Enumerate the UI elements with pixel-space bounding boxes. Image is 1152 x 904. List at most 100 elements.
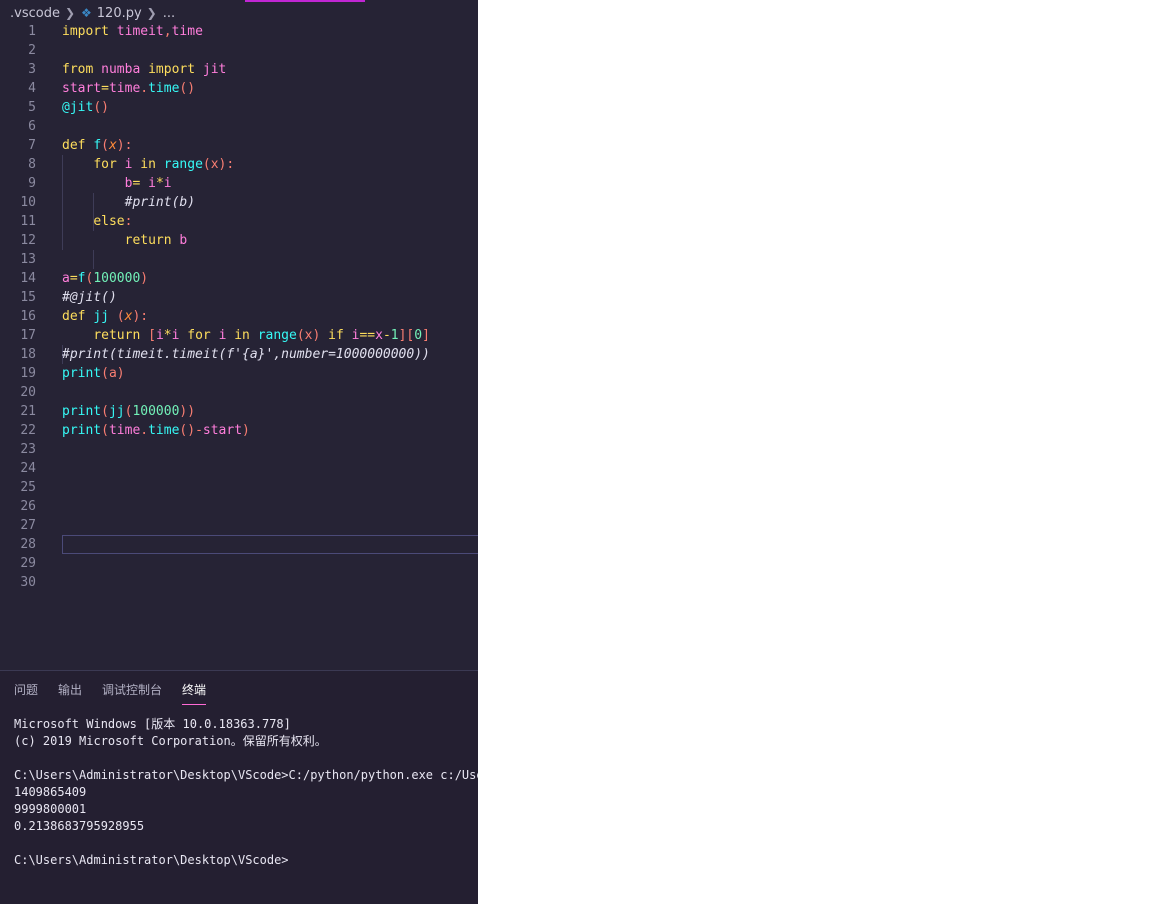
code-token: @jit [62,100,94,115]
code-token: (x) [296,328,329,343]
code-line[interactable]: 3 from numba import jit [0,60,478,79]
line-number: 29 [20,556,36,571]
code-line[interactable]: 8 for i in range(x): [0,155,478,174]
code-token: : [124,214,133,229]
title-accent-bar [245,0,365,2]
panel-tab[interactable]: 输出 [58,681,82,705]
code-line[interactable]: 20 [0,383,478,402]
code-text: def f(x): [62,136,132,155]
code-line[interactable]: 12 return b [0,231,478,250]
code-token: 100000 [132,404,180,419]
code-line[interactable]: 13 [0,250,478,269]
code-line[interactable]: 19 print(a) [0,364,478,383]
code-token: ( [101,404,109,419]
code-line[interactable]: 24 [0,459,478,478]
code-token: . [140,81,149,96]
breadcrumb-folder[interactable]: .vscode [10,6,60,21]
code-editor[interactable]: 1 import timeit,time 2 3 from numba import j… [0,22,478,622]
line-number: 1 [28,24,36,39]
breadcrumb-file[interactable]: 120.py [97,6,142,21]
code-line[interactable]: 28 [0,535,478,554]
code-token: def [62,309,94,324]
panel-tab[interactable]: 调试控制台 [102,681,162,705]
code-text: a=f(100000) [62,269,148,288]
code-text: for i in range(x): [62,155,234,174]
code-text: from numba import jit [62,60,226,79]
terminal-output[interactable]: Microsoft Windows [版本 10.0.18363.778] (c)… [14,716,478,869]
code-line[interactable]: 14 a=f(100000) [0,269,478,288]
code-token: * [155,176,164,191]
code-text: #print(timeit.timeit(f'{a}',number=10000… [62,345,430,364]
code-text: else: [62,212,132,231]
code-token: a [62,271,70,286]
code-line[interactable]: 5 @jit() [0,98,478,117]
code-token: print [62,404,102,419]
terminal-line: 9999800001 [14,802,87,816]
panel-tab[interactable]: 问题 [14,681,38,705]
code-token: start [62,81,102,96]
code-line[interactable]: 7 def f(x): [0,136,478,155]
code-line[interactable]: 11 else: [0,212,478,231]
code-line[interactable]: 22 print(time.time()-start) [0,421,478,440]
code-token: ][ [398,328,415,343]
panel-tab[interactable]: 终端 [182,681,207,705]
code-token: print [62,366,102,381]
code-line[interactable]: 17 return [i*i for i in range(x) if i==x… [0,326,478,345]
code-line[interactable]: 15 #@jit() [0,288,478,307]
code-line[interactable]: 23 [0,440,478,459]
code-line[interactable]: 29 [0,554,478,573]
code-line[interactable]: 2 [0,41,478,60]
code-token: ( [101,423,109,438]
editor-window: .vscode ❯ ❖ 120.py ❯ ... 1 import timeit,… [0,0,478,904]
line-number: 8 [28,157,36,172]
code-text: print(time.time()-start) [62,421,250,440]
code-line[interactable]: 26 [0,497,478,516]
code-line[interactable]: 1 import timeit,time [0,22,478,41]
code-token: jit [202,62,227,77]
code-line[interactable]: 27 [0,516,478,535]
code-token: #print(timeit.timeit(f'{a}',number=10000… [62,347,430,362]
code-token: if [328,328,352,343]
code-line[interactable]: 6 [0,117,478,136]
code-line[interactable]: 9 b= i*i [0,174,478,193]
code-token: i [171,328,188,343]
line-number: 16 [20,309,36,324]
code-token: )) [179,404,196,419]
code-line[interactable]: 4 start=time.time() [0,79,478,98]
line-number: 14 [20,271,36,286]
code-token: i [218,328,235,343]
line-number: 19 [20,366,36,381]
breadcrumb-more[interactable]: ... [163,6,175,21]
code-token: . [140,423,149,438]
line-number: 26 [20,499,36,514]
terminal-line: (c) 2019 Microsoft Corporation。保留所有权利。 [14,734,327,748]
code-token: () [179,81,196,96]
line-number: 11 [20,214,36,229]
code-text: b= i*i [62,174,172,193]
code-line[interactable]: 18 #print(timeit.timeit(f'{a}',number=100… [0,345,478,364]
line-number: 28 [20,537,36,552]
code-text: print(a) [62,364,125,383]
code-token: time [148,423,180,438]
code-line[interactable]: 30 [0,573,478,592]
code-token: timeit [116,24,164,39]
code-token: import [62,24,117,39]
code-token: , [163,24,172,39]
code-token: = [69,271,78,286]
code-token: ) [140,271,149,286]
code-line[interactable]: 16 def jj (x): [0,307,478,326]
code-line[interactable]: 25 [0,478,478,497]
code-token: ) [242,423,250,438]
line-number: 30 [20,575,36,590]
code-line[interactable]: 21 print(jj(100000)) [0,402,478,421]
code-line[interactable]: 10 #print(b) [0,193,478,212]
code-token: time [108,423,141,438]
code-token: def [62,138,94,153]
code-text: print(jj(100000)) [62,402,195,421]
line-number: 21 [20,404,36,419]
code-token: start [202,423,243,438]
breadcrumb: .vscode ❯ ❖ 120.py ❯ ... [10,4,175,22]
chevron-right-icon: ❯ [64,6,76,20]
